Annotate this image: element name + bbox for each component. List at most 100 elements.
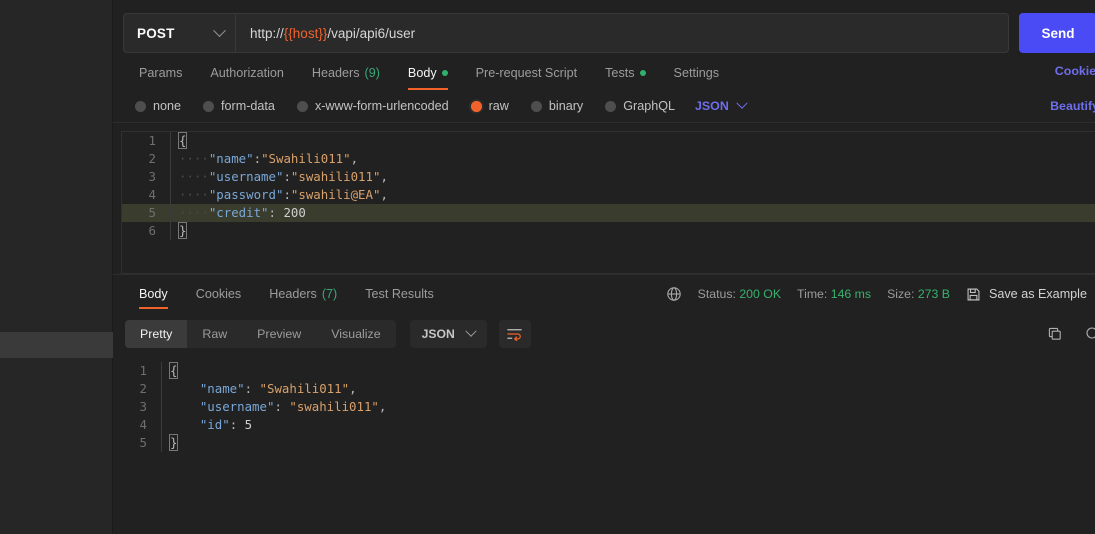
- radio-label: GraphQL: [623, 99, 676, 113]
- status-value: 200 OK: [739, 287, 782, 301]
- save-as-example-button[interactable]: Save as Example: [966, 287, 1095, 302]
- http-method-dropdown[interactable]: POST: [123, 13, 236, 53]
- time-value: 146 ms: [830, 287, 872, 301]
- body-type-graphql[interactable]: GraphQL: [595, 99, 687, 113]
- response-headers-count: (7): [321, 286, 338, 301]
- tab-label: Headers: [311, 65, 360, 80]
- cookies-link[interactable]: Cookies: [1055, 64, 1095, 78]
- response-toolbar: Pretty Raw Preview Visualize JSON: [113, 312, 1095, 356]
- chevron-down-icon: [736, 97, 748, 109]
- url-bar: POST http://{{host}}/vapi/api6/user Send: [113, 0, 1095, 55]
- tab-label: Body: [407, 65, 437, 80]
- tests-modified-dot-icon: [639, 69, 646, 76]
- json-trail: ,: [380, 169, 388, 184]
- size-label: Size:: [887, 287, 915, 301]
- radio-label: x-www-form-urlencoded: [314, 99, 449, 113]
- body-type-raw[interactable]: raw: [461, 99, 521, 113]
- sidebar: [0, 0, 113, 534]
- status-label: Status:: [697, 287, 736, 301]
- view-mode-pretty[interactable]: Pretty: [125, 320, 188, 348]
- code-line: 2 "name": "Swahili011",: [113, 380, 1095, 398]
- line-number: 5: [139, 435, 147, 450]
- code-line: 5 }: [113, 434, 1095, 452]
- line-number: 3: [139, 399, 147, 414]
- raw-format-dropdown[interactable]: JSON: [687, 97, 748, 113]
- tab-label: Cookies: [195, 286, 242, 301]
- response-body-viewer[interactable]: 1 { 2 "name": "Swahili011", 3 "username"…: [113, 356, 1095, 534]
- tab-params[interactable]: Params: [125, 55, 196, 90]
- code-line: 3 ····"username":"swahili011",: [122, 168, 1095, 186]
- tab-body[interactable]: Body: [394, 55, 462, 90]
- body-type-urlencoded[interactable]: x-www-form-urlencoded: [287, 99, 461, 113]
- chevron-down-icon: [465, 325, 477, 337]
- sidebar-selected-item[interactable]: [0, 332, 113, 358]
- json-value: 200: [283, 205, 306, 220]
- radio-icon: [530, 100, 542, 112]
- body-type-selector: none form-data x-www-form-urlencoded raw…: [113, 90, 1095, 123]
- body-type-binary[interactable]: binary: [521, 99, 595, 113]
- response-status-group: Status: 200 OK Time: 146 ms Size: 273 B …: [666, 275, 1095, 313]
- radio-label: raw: [488, 99, 509, 113]
- radio-icon: [135, 100, 146, 112]
- tab-headers[interactable]: Headers (9): [298, 55, 394, 90]
- response-tab-cookies[interactable]: Cookies: [182, 275, 256, 313]
- code-line: 1 {: [122, 132, 1095, 150]
- headers-count: (9): [364, 65, 380, 80]
- tab-settings[interactable]: Settings: [660, 55, 734, 90]
- response-format-dropdown[interactable]: JSON: [409, 320, 487, 348]
- globe-icon[interactable]: [666, 286, 682, 302]
- code-line: 4 "id": 5: [113, 416, 1095, 434]
- request-body-editor[interactable]: 1 { 2 ····"name":"Swahili011", 3 ····"us…: [121, 131, 1095, 274]
- view-mode-raw[interactable]: Raw: [187, 320, 242, 348]
- radio-label: binary: [548, 99, 584, 113]
- copy-icon[interactable]: [1047, 326, 1063, 342]
- response-format-label: JSON: [421, 327, 455, 341]
- tab-label: Authorization: [210, 65, 284, 80]
- brace-close: }: [177, 222, 188, 239]
- code-line: 1 {: [113, 362, 1095, 380]
- time-label: Time:: [797, 287, 828, 301]
- http-method-label: POST: [137, 25, 175, 41]
- url-input[interactable]: http://{{host}}/vapi/api6/user: [236, 13, 1009, 53]
- tab-authorization[interactable]: Authorization: [196, 55, 298, 90]
- url-path: /vapi/api6/user: [327, 25, 416, 41]
- line-number: 2: [148, 151, 156, 166]
- wrap-text-button[interactable]: [498, 320, 531, 348]
- body-type-form-data[interactable]: form-data: [193, 99, 287, 113]
- save-icon: [967, 288, 980, 300]
- line-number: 4: [139, 417, 147, 432]
- view-mode-visualize[interactable]: Visualize: [316, 320, 395, 348]
- tab-label: Tests: [605, 65, 635, 80]
- view-mode-preview[interactable]: Preview: [242, 320, 316, 348]
- response-tab-test-results[interactable]: Test Results: [351, 275, 448, 313]
- body-type-none[interactable]: none: [125, 99, 193, 113]
- response-actions: [1047, 312, 1095, 356]
- json-sep: :: [244, 381, 260, 396]
- response-tab-headers[interactable]: Headers (7): [255, 275, 351, 313]
- response-tab-body[interactable]: Body: [125, 275, 182, 313]
- code-line-highlighted: 5 ····"credit": 200: [122, 204, 1095, 222]
- json-key: "username": [199, 399, 275, 414]
- json-trail: ,: [378, 399, 387, 414]
- json-value: 5: [244, 417, 253, 432]
- tab-label: Params: [139, 65, 183, 80]
- body-modified-dot-icon: [441, 69, 448, 76]
- json-value: "Swahili011": [259, 381, 350, 396]
- json-trail: ,: [350, 151, 359, 166]
- beautify-link[interactable]: Beautify: [1050, 99, 1095, 113]
- chevron-down-icon: [213, 23, 226, 37]
- json-sep: :: [274, 399, 290, 414]
- status-text: Status: 200 OK: [698, 287, 781, 301]
- json-key: "name": [208, 151, 254, 166]
- json-key: "credit": [208, 205, 269, 220]
- search-icon[interactable]: [1085, 326, 1095, 342]
- tab-pre-request-script[interactable]: Pre-request Script: [462, 55, 592, 90]
- tab-label: Pre-request Script: [475, 65, 578, 80]
- json-sep: :: [283, 187, 291, 202]
- json-value: "swahili@EA": [290, 187, 381, 202]
- json-trail: ,: [349, 381, 357, 396]
- send-button[interactable]: Send: [1019, 13, 1095, 53]
- tab-tests[interactable]: Tests: [591, 55, 659, 90]
- response-view-mode-group: Pretty Raw Preview Visualize: [125, 320, 396, 348]
- size-text: Size: 273 B: [887, 287, 950, 301]
